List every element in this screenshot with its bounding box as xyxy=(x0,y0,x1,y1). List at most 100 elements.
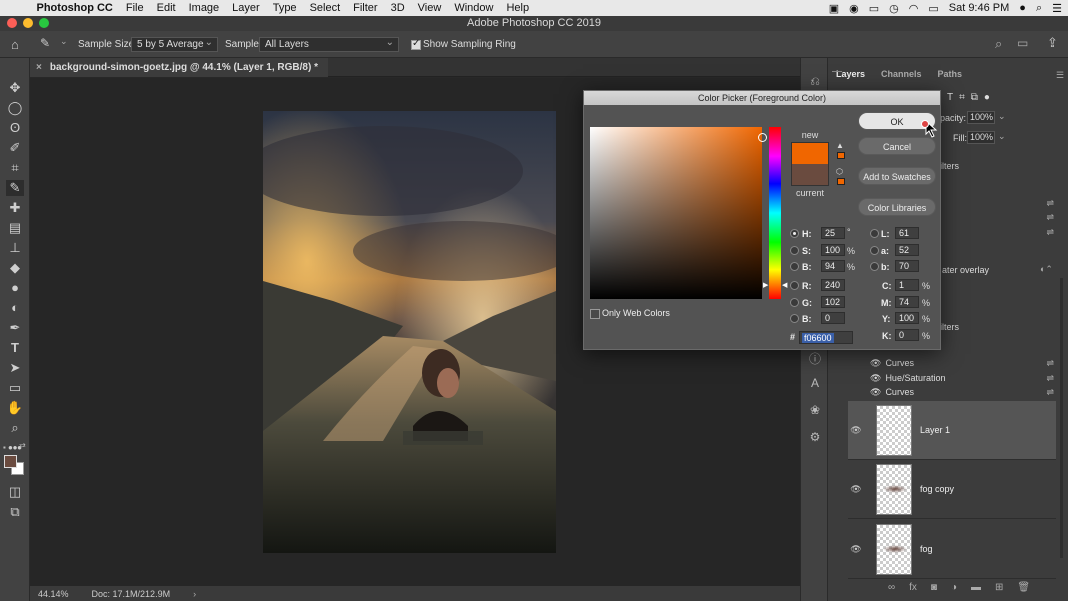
wifi-icon[interactable]: ◠ xyxy=(909,2,919,15)
add-mask-icon[interactable]: ◙ xyxy=(931,582,937,593)
eye-icon[interactable]: 👁 xyxy=(848,544,864,555)
group-options-icon[interactable]: ◐⌃ xyxy=(1040,264,1053,275)
hue-field[interactable]: 25 xyxy=(821,227,845,239)
lab-a-field[interactable]: 52 xyxy=(895,244,919,256)
blue-radio[interactable] xyxy=(790,314,799,323)
layers-scrollbar[interactable] xyxy=(1060,278,1063,558)
swap-colors-icon[interactable]: ⇄ xyxy=(19,441,26,450)
saturation-field[interactable]: 100 xyxy=(821,244,845,256)
yellow-field[interactable]: 100 xyxy=(895,312,919,324)
opacity-field[interactable]: 100% xyxy=(967,111,995,124)
eye-icon[interactable]: 👁 xyxy=(848,484,864,495)
current-color-swatch[interactable] xyxy=(791,164,829,186)
screen-mode-icon[interactable]: ⧉ xyxy=(6,504,24,520)
black-field[interactable]: 0 xyxy=(895,329,919,341)
hue-radio[interactable] xyxy=(790,229,799,238)
panel-menu-icon[interactable]: ☰ xyxy=(1056,70,1064,81)
hue-slider[interactable] xyxy=(769,127,781,299)
history-icon[interactable]: ⎌ xyxy=(806,74,824,90)
blue-field[interactable]: 0 xyxy=(821,312,845,324)
eye-icon[interactable]: 👁 xyxy=(870,358,881,369)
dodge-tool-icon[interactable]: ◐ xyxy=(6,300,24,316)
document-image[interactable] xyxy=(263,111,556,553)
show-sampling-ring-checkbox[interactable] xyxy=(411,38,421,50)
close-tab-icon[interactable]: × xyxy=(36,62,42,73)
eyedropper-preset-icon[interactable]: ✎ xyxy=(40,36,50,50)
crop-tool-icon[interactable]: ⌗ xyxy=(6,160,24,176)
menu-image[interactable]: Image xyxy=(182,2,226,14)
delete-layer-icon[interactable]: 🗑 xyxy=(1017,582,1030,593)
saturation-radio[interactable] xyxy=(790,246,799,255)
lasso-tool-icon[interactable]: ʘ xyxy=(6,120,24,136)
green-field[interactable]: 102 xyxy=(821,296,845,308)
menu-edit[interactable]: Edit xyxy=(150,2,182,14)
layer-row-fog[interactable]: 👁 fog xyxy=(848,520,1056,579)
search-icon[interactable]: ⌕ xyxy=(995,36,1002,52)
lab-a-radio[interactable] xyxy=(870,246,879,255)
menu-3d[interactable]: 3D xyxy=(384,2,411,14)
foreground-color-swatch[interactable] xyxy=(4,455,17,468)
document-tab[interactable]: × background-simon-goetz.jpg @ 44.1% (La… xyxy=(30,58,328,77)
menu-filter[interactable]: Filter xyxy=(347,2,384,14)
fill-field[interactable]: 100% xyxy=(967,131,995,144)
cancel-button[interactable]: Cancel xyxy=(858,137,936,155)
tab-paths[interactable]: Paths xyxy=(930,66,971,84)
brightness-radio[interactable] xyxy=(790,262,799,271)
screen-record-icon[interactable]: ▣ xyxy=(829,2,839,15)
chevron-down-icon[interactable]: ⌄ xyxy=(60,36,68,47)
gamut-correction-swatch[interactable] xyxy=(837,152,845,159)
status-menu-chevron-icon[interactable]: › xyxy=(193,589,196,599)
menu-window[interactable]: Window xyxy=(448,2,500,14)
link-layers-icon[interactable]: ∞ xyxy=(888,582,895,593)
close-window-button[interactable] xyxy=(7,18,17,28)
eraser-tool-icon[interactable]: ◆ xyxy=(6,260,24,276)
new-group-icon[interactable]: ▬ xyxy=(971,582,981,593)
color-selection-ring[interactable] xyxy=(758,133,767,142)
menu-app-name[interactable]: Photoshop CC xyxy=(30,2,119,14)
spotlight-search-icon[interactable]: ⌕ xyxy=(1036,2,1042,15)
quick-mask-icon[interactable]: ◫ xyxy=(6,484,24,500)
menu-view[interactable]: View xyxy=(411,2,448,14)
only-web-colors-checkbox[interactable] xyxy=(590,309,600,319)
clone-stamp-tool-icon[interactable]: ⊥ xyxy=(6,240,24,256)
minimize-window-button[interactable] xyxy=(23,18,33,28)
opacity-chevron-icon[interactable]: ⌄ xyxy=(998,111,1006,122)
tab-layers[interactable]: Layers xyxy=(828,66,873,84)
layer-row-fog-copy[interactable]: 👁 fog copy xyxy=(848,460,1056,519)
user-icon[interactable]: ● xyxy=(1019,2,1026,14)
character-icon[interactable]: A xyxy=(806,376,824,392)
home-icon[interactable]: ⌂ xyxy=(11,37,19,52)
sample-size-select[interactable]: 5 by 5 Average xyxy=(131,36,218,52)
type-tool-icon[interactable]: T xyxy=(6,340,24,356)
clock-text[interactable]: Sat 9:46 PM xyxy=(949,2,1010,14)
lab-b-field[interactable]: 70 xyxy=(895,260,919,272)
cyan-field[interactable]: 1 xyxy=(895,279,919,291)
notification-center-icon[interactable]: ☰ xyxy=(1052,2,1062,15)
web-safe-warning-icon[interactable]: ⬡ xyxy=(836,167,843,176)
magenta-field[interactable]: 74 xyxy=(895,296,919,308)
adjustment-layer-curves[interactable]: 👁 Curves xyxy=(870,385,914,399)
hue-slider-left-arrow[interactable]: ▶ xyxy=(763,281,768,289)
rectangle-tool-icon[interactable]: ▭ xyxy=(6,380,24,396)
hand-tool-icon[interactable]: ✋ xyxy=(6,400,24,416)
menu-layer[interactable]: Layer xyxy=(226,2,267,14)
menu-help[interactable]: Help xyxy=(500,2,536,14)
eye-icon[interactable]: 👁 xyxy=(870,387,881,398)
red-radio[interactable] xyxy=(790,281,799,290)
layer-style-icon[interactable]: fx xyxy=(909,582,917,593)
battery-icon[interactable]: ▭ xyxy=(928,2,938,15)
layer-row-layer-1[interactable]: 👁 Layer 1 xyxy=(848,401,1056,460)
healing-brush-tool-icon[interactable]: ✚ xyxy=(6,200,24,216)
menu-type[interactable]: Type xyxy=(266,2,303,14)
eyedropper-tool-icon[interactable]: ✎ xyxy=(6,180,24,196)
move-tool-icon[interactable]: ✥ xyxy=(6,80,24,96)
lab-b-radio[interactable] xyxy=(870,262,879,271)
menu-file[interactable]: File xyxy=(119,2,150,14)
brightness-field[interactable]: 94 xyxy=(821,260,845,272)
adjustment-layer-curves[interactable]: 👁 Curves xyxy=(870,356,914,370)
quick-selection-tool-icon[interactable]: ✐ xyxy=(6,140,24,156)
filter-kind-icons[interactable]: T⌗⧉● xyxy=(947,92,996,103)
lab-l-field[interactable]: 61 xyxy=(895,227,919,239)
fill-chevron-icon[interactable]: ⌄ xyxy=(998,131,1006,142)
creative-cloud-icon[interactable]: ◉ xyxy=(849,2,859,15)
